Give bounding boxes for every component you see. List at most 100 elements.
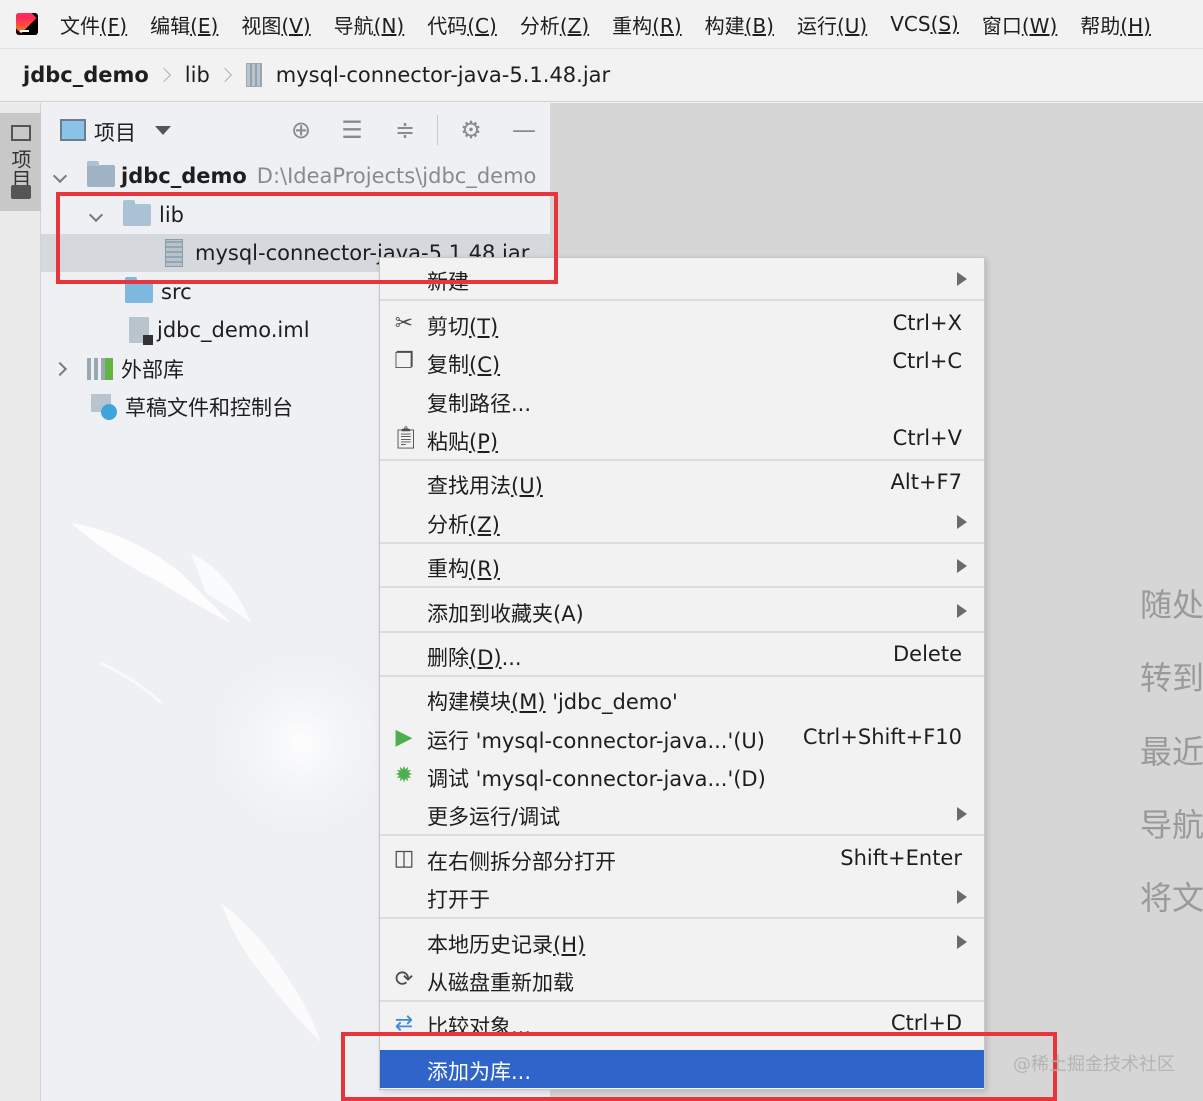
menu-item-analyze[interactable]: 分析(Z) bbox=[380, 503, 984, 541]
project-window-icon bbox=[11, 125, 31, 141]
menu-separator bbox=[380, 459, 984, 461]
chevron-right-icon[interactable] bbox=[52, 361, 68, 377]
menu-item-refactor[interactable]: 重构(R) bbox=[380, 547, 984, 585]
view-dropdown-icon[interactable] bbox=[155, 126, 171, 135]
project-tool-tab-label: 项目 bbox=[8, 149, 32, 189]
menu-separator bbox=[380, 299, 984, 301]
submenu-arrow-icon bbox=[957, 807, 967, 821]
scissors-icon: ✂ bbox=[394, 311, 414, 336]
editor-hint: 导航 bbox=[1140, 806, 1203, 844]
menu-help[interactable]: 帮助(H) bbox=[1080, 10, 1151, 39]
menu-separator bbox=[380, 917, 984, 919]
menu-run[interactable]: 运行(U) bbox=[797, 10, 867, 39]
menu-separator bbox=[380, 631, 984, 633]
context-menu: 新建 ✂ 剪切(T) Ctrl+X ❐ 复制(C) Ctrl+C 复制路径...… bbox=[379, 257, 985, 1090]
menu-window[interactable]: 窗口(W) bbox=[982, 10, 1057, 39]
menu-item-cut[interactable]: ✂ 剪切(T) Ctrl+X bbox=[380, 305, 984, 343]
run-icon: ▶ bbox=[395, 725, 413, 750]
editor-hint: 将文 bbox=[1140, 879, 1203, 917]
collapse-all-icon[interactable]: ≑ bbox=[391, 116, 419, 144]
editor-hint: 转到 bbox=[1140, 659, 1203, 697]
breadcrumb-file[interactable]: mysql-connector-java-5.1.48.jar bbox=[276, 63, 610, 87]
menu-item-build-module[interactable]: 构建模块(M) 'jdbc_demo' bbox=[380, 680, 984, 718]
menu-separator bbox=[380, 1000, 984, 1002]
copy-icon: ❐ bbox=[394, 349, 414, 374]
editor-hint: 随处 bbox=[1140, 586, 1203, 624]
breadcrumb: jdbc_demo lib mysql-connector-java-5.1.4… bbox=[0, 48, 1203, 102]
menu-item-debug[interactable]: ✹ 调试 'mysql-connector-java...'(D) bbox=[380, 757, 984, 795]
breadcrumb-lib[interactable]: lib bbox=[185, 63, 210, 87]
chevron-down-icon[interactable] bbox=[52, 168, 68, 184]
expand-all-icon[interactable]: ☰ bbox=[338, 116, 366, 144]
menu-item-run[interactable]: ▶ 运行 'mysql-connector-java...'(U) Ctrl+S… bbox=[380, 719, 984, 757]
menu-build[interactable]: 构建(B) bbox=[705, 10, 774, 39]
menu-item-copy[interactable]: ❐ 复制(C) Ctrl+C bbox=[380, 343, 984, 381]
breadcrumb-project[interactable]: jdbc_demo bbox=[23, 63, 149, 87]
locate-icon[interactable]: ⊕ bbox=[287, 116, 315, 144]
menu-vcs[interactable]: VCS(S) bbox=[890, 12, 959, 36]
menu-item-reload[interactable]: ⟳ 从磁盘重新加载 bbox=[380, 961, 984, 999]
highlight-box-add-library bbox=[341, 1032, 1057, 1101]
breadcrumb-separator-icon bbox=[217, 67, 232, 83]
tree-item-scratches[interactable]: 草稿文件和控制台 bbox=[91, 388, 293, 426]
watermark: @稀土掘金技术社区 bbox=[1013, 1054, 1175, 1075]
project-folder-icon bbox=[87, 161, 115, 187]
submenu-arrow-icon bbox=[957, 515, 967, 529]
toolbar-divider bbox=[437, 115, 438, 145]
intellij-logo-icon[interactable] bbox=[16, 13, 38, 35]
menu-item-add-favorites[interactable]: 添加到收藏夹(A) bbox=[380, 592, 984, 630]
menu-item-find-usages[interactable]: 查找用法(U) Alt+F7 bbox=[380, 464, 984, 502]
menu-separator bbox=[380, 586, 984, 588]
menu-refactor[interactable]: 重构(R) bbox=[612, 10, 682, 39]
reload-icon: ⟳ bbox=[394, 967, 414, 992]
clipboard-icon: 📋︎ bbox=[392, 426, 420, 451]
project-tool-tab[interactable]: 项目 bbox=[0, 113, 41, 211]
project-panel-header: 项目 ⊕ ☰ ≑ ⚙ — bbox=[41, 103, 550, 157]
submenu-arrow-icon bbox=[957, 935, 967, 949]
tree-label: 草稿文件和控制台 bbox=[125, 396, 293, 420]
menu-navigate[interactable]: 导航(N) bbox=[334, 10, 405, 39]
menu-item-split-open[interactable]: ◫ 在右侧拆分部分打开 Shift+Enter bbox=[380, 840, 984, 878]
menu-separator bbox=[380, 542, 984, 544]
menu-item-more-run[interactable]: 更多运行/调试 bbox=[380, 795, 984, 833]
submenu-arrow-icon bbox=[957, 272, 967, 286]
project-panel-title[interactable]: 项目 bbox=[94, 117, 136, 147]
jar-file-icon bbox=[245, 63, 262, 87]
tree-item-external-libraries[interactable]: 外部库 bbox=[52, 350, 184, 388]
menu-code[interactable]: 代码(C) bbox=[427, 10, 497, 39]
highlight-box-jar bbox=[56, 192, 558, 284]
editor-hint: 最近 bbox=[1140, 733, 1203, 771]
tree-item-iml[interactable]: jdbc_demo.iml bbox=[129, 311, 310, 349]
menu-file[interactable]: 文件(F) bbox=[60, 10, 127, 39]
tree-path: D:\IdeaProjects\jdbc_demo bbox=[256, 164, 537, 188]
breadcrumb-separator-icon bbox=[156, 67, 171, 83]
menu-item-paste[interactable]: 📋︎ 粘贴(P) Ctrl+V bbox=[380, 420, 984, 458]
menu-separator bbox=[380, 675, 984, 677]
tree-label: 外部库 bbox=[121, 358, 184, 382]
menu-view[interactable]: 视图(V) bbox=[241, 10, 310, 39]
libraries-icon bbox=[87, 358, 113, 380]
source-folder-icon bbox=[125, 277, 153, 303]
menu-item-open-in[interactable]: 打开于 bbox=[380, 878, 984, 916]
menu-item-local-history[interactable]: 本地历史记录(H) bbox=[380, 923, 984, 961]
module-file-icon bbox=[129, 317, 153, 345]
scratches-icon bbox=[91, 394, 117, 420]
folder-icon bbox=[11, 185, 31, 199]
split-view-icon: ◫ bbox=[393, 846, 415, 871]
project-view-icon bbox=[60, 119, 86, 141]
menu-bar: 文件(F) 编辑(E) 视图(V) 导航(N) 代码(C) 分析(Z) 重构(R… bbox=[0, 0, 1203, 48]
minimize-icon[interactable]: — bbox=[510, 116, 538, 144]
debug-bug-icon: ✹ bbox=[394, 763, 414, 788]
menu-separator bbox=[380, 834, 984, 836]
menu-item-copy-path[interactable]: 复制路径... bbox=[380, 382, 984, 420]
menu-item-delete[interactable]: 删除(D)... Delete bbox=[380, 636, 984, 674]
submenu-arrow-icon bbox=[957, 604, 967, 618]
tool-window-strip: 项目 bbox=[0, 103, 41, 1101]
gear-icon[interactable]: ⚙ bbox=[457, 116, 485, 144]
menu-analyze[interactable]: 分析(Z) bbox=[520, 10, 589, 39]
menu-edit[interactable]: 编辑(E) bbox=[150, 10, 218, 39]
submenu-arrow-icon bbox=[957, 559, 967, 573]
tree-label: jdbc_demo.iml bbox=[157, 318, 310, 342]
tree-item-project-root[interactable]: jdbc_demo D:\IdeaProjects\jdbc_demo bbox=[52, 157, 537, 195]
tree-label: jdbc_demo bbox=[121, 164, 247, 188]
